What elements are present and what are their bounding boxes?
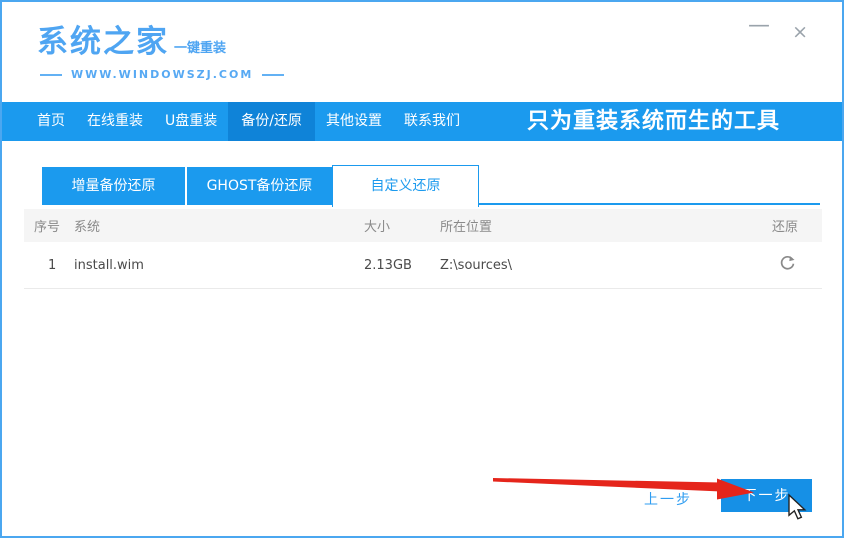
close-icon: ×: [792, 21, 808, 43]
column-header-index: 序号: [34, 216, 74, 235]
logo-website-row: WWW.WINDOWSZJ.COM: [40, 68, 284, 81]
nav-slogan: 只为重装系统而生的工具: [527, 102, 780, 141]
nav-item-backup-restore[interactable]: 备份/还原: [228, 102, 315, 141]
table-row: 1 install.wim 2.13GB Z:\sources\: [24, 242, 822, 289]
row-index: 1: [34, 258, 74, 273]
row-location: Z:\sources\: [440, 258, 728, 273]
minimize-icon: —: [748, 13, 770, 38]
table-header: 序号 系统 大小 所在位置 还原: [24, 209, 822, 242]
nav-item-online-reinstall[interactable]: 在线重装: [76, 102, 154, 141]
app-window: 系统之家一键重装 WWW.WINDOWSZJ.COM — × 首页 在线重装 U…: [0, 0, 844, 538]
column-header-system: 系统: [74, 216, 364, 235]
refresh-icon: [779, 255, 796, 272]
tab-ghost-backup-restore[interactable]: GHOST备份还原: [187, 167, 332, 205]
previous-step-link[interactable]: 上一步: [644, 489, 692, 509]
column-header-restore: 还原: [728, 216, 798, 235]
logo-title: 系统之家: [37, 24, 169, 60]
logo-website: WWW.WINDOWSZJ.COM: [71, 68, 253, 81]
nav-item-usb-reinstall[interactable]: U盘重装: [154, 102, 228, 141]
row-size: 2.13GB: [364, 258, 440, 273]
backup-tabstrip: 增量备份还原 GHOST备份还原 自定义还原: [42, 167, 479, 207]
red-arrow-annotation: [493, 478, 754, 500]
row-system-name: install.wim: [74, 258, 364, 273]
logo-subtitle: 一键重装: [174, 41, 226, 56]
dash-right-decoration: [262, 74, 284, 76]
next-step-button[interactable]: 下一步: [721, 479, 812, 512]
dash-left-decoration: [40, 74, 62, 76]
column-header-location: 所在位置: [440, 216, 728, 235]
column-header-size: 大小: [364, 216, 440, 235]
close-button[interactable]: ×: [792, 22, 808, 42]
restore-button[interactable]: [779, 255, 796, 272]
nav-item-home[interactable]: 首页: [26, 102, 76, 141]
app-logo: 系统之家一键重装: [37, 16, 226, 61]
tab-custom-restore[interactable]: 自定义还原: [332, 165, 479, 207]
minimize-button[interactable]: —: [748, 16, 770, 36]
tab-incremental-backup-restore[interactable]: 增量备份还原: [42, 167, 187, 205]
main-navbar: 首页 在线重装 U盘重装 备份/还原 其他设置 联系我们 只为重装系统而生的工具: [2, 102, 842, 141]
nav-item-other-settings[interactable]: 其他设置: [315, 102, 393, 141]
nav-item-contact-us[interactable]: 联系我们: [393, 102, 471, 141]
